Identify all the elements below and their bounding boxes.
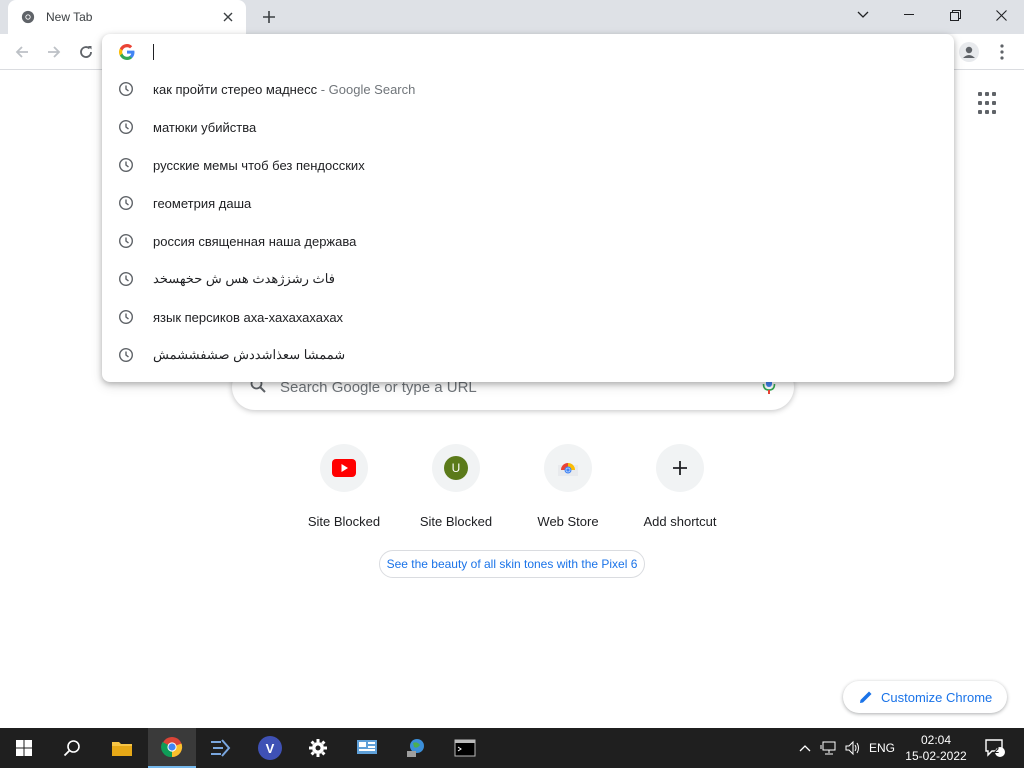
- restore-button[interactable]: [932, 0, 978, 30]
- shortcut-tile[interactable]: Add shortcut: [624, 442, 736, 532]
- language-indicator[interactable]: ENG: [866, 728, 898, 768]
- suggestion-query: геометрия даша: [153, 195, 252, 211]
- file-explorer-icon[interactable]: [98, 728, 146, 768]
- tab-strip: New Tab: [0, 0, 1024, 34]
- history-clock-icon: [118, 347, 134, 363]
- shortcut-label: Add shortcut: [643, 514, 717, 529]
- google-g-icon: [119, 44, 135, 60]
- chrome-taskbar-icon[interactable]: [148, 728, 196, 768]
- omnibox-suggestion[interactable]: как пройти стерео маднесс - Google Searc…: [102, 70, 954, 108]
- suggestion-text: شممشا سعذاشددش صشفششمش: [153, 347, 345, 363]
- youtube-icon: [320, 444, 368, 492]
- omnibox-dropdown: как пройти стерео маднесс - Google Searc…: [102, 34, 954, 382]
- control-panel-icon[interactable]: [343, 728, 391, 768]
- profile-icon[interactable]: [957, 40, 981, 64]
- omnibox-suggestion[interactable]: شممشا سعذاشددش صشفششمش: [102, 336, 954, 374]
- customize-label: Customize Chrome: [881, 689, 993, 705]
- history-clock-icon: [118, 157, 134, 173]
- clock-time: 02:04: [920, 733, 952, 747]
- shortcut-tile[interactable]: Web Store: [512, 442, 624, 532]
- omnibox-suggestion[interactable]: россия священная наша держава: [102, 222, 954, 260]
- suggestion-text: فاث رشزژهدث هس ش حخهسخد: [153, 271, 335, 287]
- plus-icon: [656, 444, 704, 492]
- suggestion-query: россия священная наша держава: [153, 233, 357, 249]
- windows-taskbar: V ENG 02:04 15-02-2022 2: [0, 728, 1024, 768]
- omnibox-suggestion[interactable]: матюки убийства: [102, 108, 954, 146]
- v-app-icon[interactable]: V: [246, 728, 294, 768]
- suggestion-list: как пройти стерео маднесс - Google Searc…: [102, 70, 954, 374]
- chrome-favicon-icon: [20, 9, 36, 25]
- omnibox-suggestion[interactable]: русские мемы чтоб без пендосских: [102, 146, 954, 184]
- network-icon[interactable]: [818, 728, 840, 768]
- pencil-icon: [859, 690, 873, 704]
- suggestion-text: россия священная наша держава: [153, 234, 356, 249]
- promo-link[interactable]: See the beauty of all skin tones with th…: [379, 550, 645, 578]
- suggestion-query: русские мемы чтоб без пендосских: [153, 157, 365, 173]
- minimize-button[interactable]: [886, 0, 932, 30]
- reload-button[interactable]: [73, 39, 99, 65]
- notification-count: 2: [994, 745, 1000, 755]
- back-button[interactable]: [9, 39, 35, 65]
- close-window-button[interactable]: [978, 0, 1024, 30]
- shortcut-label: Site Blocked: [419, 514, 493, 529]
- omnibox-suggestion[interactable]: геометрия даша: [102, 184, 954, 222]
- chevron-up-icon[interactable]: [796, 728, 814, 768]
- forward-button[interactable]: [41, 39, 67, 65]
- suggestion-query: فاث رشزژهدث هس ش حخهسخد: [153, 271, 335, 286]
- new-tab-button[interactable]: [256, 5, 282, 29]
- history-clock-icon: [118, 119, 134, 135]
- notifications-icon[interactable]: 2: [980, 728, 1010, 768]
- shortcut-label: Site Blocked: [307, 514, 381, 529]
- customize-chrome-button[interactable]: Customize Chrome: [843, 681, 1007, 713]
- shortcut-label: Web Store: [537, 514, 599, 529]
- suggestion-text: как пройти стерео маднесс - Google Searc…: [153, 82, 415, 97]
- tab-title: New Tab: [46, 10, 93, 24]
- terminal-icon[interactable]: [441, 728, 489, 768]
- system-clock[interactable]: 02:04 15-02-2022: [900, 728, 972, 768]
- history-clock-icon: [118, 233, 134, 249]
- shortcut-tile[interactable]: U Site Blocked: [400, 442, 512, 532]
- history-clock-icon: [118, 271, 134, 287]
- suggestion-query: как пройти стерео маднесс: [153, 81, 318, 97]
- start-button[interactable]: [0, 728, 48, 768]
- suggestion-text: матюки убийства: [153, 120, 256, 135]
- suggestion-text: геометрия даша: [153, 196, 251, 211]
- suggestion-query: матюки убийства: [153, 119, 257, 135]
- globe-app-icon[interactable]: [392, 728, 440, 768]
- shortcuts-grid: Site Blocked U Site Blocked Web Store Ad…: [288, 442, 736, 532]
- text-caret: [153, 44, 154, 60]
- dev-tool-icon[interactable]: [196, 728, 244, 768]
- suggestion-query: язык персиков аха-хахахахахах: [153, 309, 344, 325]
- suggestion-text: русские мемы чтоб без пендосских: [153, 158, 365, 173]
- u-letter-icon: U: [432, 444, 480, 492]
- clock-date: 15-02-2022: [905, 749, 967, 763]
- suggestion-text: язык персиков аха-хахахахахах: [153, 310, 343, 325]
- suggestion-query: شممشا سعذاشددش صشفششمش: [153, 347, 346, 362]
- volume-icon[interactable]: [842, 728, 864, 768]
- omnibox-suggestion[interactable]: فاث رشزژهدث هس ش حخهسخد: [102, 260, 954, 298]
- search-icon[interactable]: [48, 728, 96, 768]
- history-clock-icon: [118, 81, 134, 97]
- google-apps-icon[interactable]: [978, 92, 1002, 116]
- tab-close-icon[interactable]: [220, 9, 236, 25]
- tab-new-tab[interactable]: New Tab: [8, 0, 246, 34]
- history-clock-icon: [118, 309, 134, 325]
- web-store-icon: [544, 444, 592, 492]
- suggestion-suffix: - Google Search: [317, 81, 416, 97]
- settings-gear-icon[interactable]: [294, 728, 342, 768]
- menu-kebab-icon[interactable]: [990, 40, 1014, 64]
- omnibox-input[interactable]: [102, 34, 954, 70]
- chevron-down-icon[interactable]: [840, 0, 886, 30]
- omnibox-suggestion[interactable]: язык персиков аха-хахахахахах: [102, 298, 954, 336]
- history-clock-icon: [118, 195, 134, 211]
- shortcut-tile[interactable]: Site Blocked: [288, 442, 400, 532]
